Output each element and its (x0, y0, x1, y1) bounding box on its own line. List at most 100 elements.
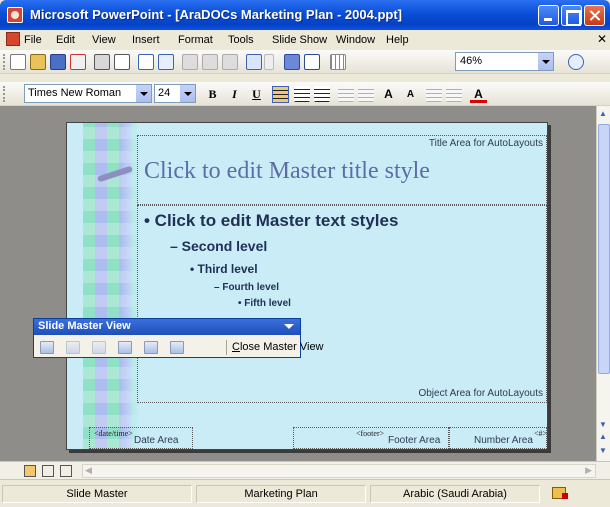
menu-file[interactable]: File (24, 34, 42, 46)
italic-button[interactable]: I (226, 86, 243, 103)
spelling-icon[interactable] (138, 54, 154, 70)
text-level-2[interactable]: – Second level (170, 238, 267, 254)
menu-window[interactable]: Window (336, 34, 375, 46)
title-bar: Microsoft PowerPoint - [AraDOCs Marketin… (0, 0, 610, 30)
toolbar-title-bar[interactable]: Slide Master View (34, 319, 300, 335)
scroll-thumb[interactable] (598, 124, 610, 374)
zoom-select[interactable]: 46% (455, 52, 554, 71)
chevron-down-icon[interactable] (180, 85, 195, 102)
increase-font-icon[interactable]: A (380, 86, 397, 103)
menu-tools[interactable]: Tools (228, 34, 254, 46)
decrease-font-icon[interactable]: A (402, 86, 419, 103)
font-color-icon[interactable]: A (470, 86, 487, 103)
undo-dropdown-icon[interactable] (264, 54, 274, 70)
horizontal-scrollbar[interactable]: ◀ ▶ (82, 464, 596, 478)
font-select[interactable]: Times New Roman (24, 84, 152, 103)
undo-icon[interactable] (246, 54, 262, 70)
menu-format[interactable]: Format (178, 34, 213, 46)
insert-new-title-master-icon[interactable] (66, 341, 80, 354)
toolbar-grip[interactable] (3, 54, 5, 70)
previous-slide-icon[interactable]: ▲ (599, 432, 607, 441)
menu-help[interactable]: Help (386, 34, 409, 46)
menu-insert[interactable]: Insert (132, 34, 160, 46)
print-icon[interactable] (94, 54, 110, 70)
font-size-value: 24 (158, 87, 171, 99)
underline-button[interactable]: U (248, 86, 265, 103)
powerpoint-icon[interactable] (7, 7, 23, 23)
copy-icon[interactable] (202, 54, 218, 70)
date-area[interactable]: <date/time> Date Area (89, 427, 193, 449)
bold-button[interactable]: B (204, 86, 221, 103)
numbering-icon[interactable] (338, 86, 354, 102)
slide-master-view-toolbar: Slide Master View Close Master View (33, 318, 324, 358)
increase-indent-icon[interactable] (446, 86, 462, 102)
chevron-down-icon[interactable] (538, 53, 553, 70)
preserve-master-icon[interactable] (118, 341, 132, 354)
window-title: Microsoft PowerPoint - [AraDOCs Marketin… (30, 7, 402, 22)
scroll-down-icon[interactable]: ▼ (599, 420, 607, 429)
object-area[interactable]: • Click to edit Master text styles – Sec… (137, 205, 547, 403)
align-right-icon[interactable] (314, 86, 330, 102)
slide-show-icon[interactable] (60, 465, 72, 477)
insert-new-slide-master-icon[interactable] (40, 341, 54, 354)
align-left-icon[interactable] (272, 86, 289, 103)
print-preview-icon[interactable] (114, 54, 130, 70)
scroll-up-icon[interactable]: ▲ (599, 109, 607, 118)
insert-chart-icon[interactable] (284, 54, 300, 70)
spelling-status-icon[interactable] (552, 487, 568, 499)
normal-view-icon[interactable] (24, 465, 36, 477)
delete-master-icon[interactable] (92, 341, 106, 354)
minimize-button[interactable] (538, 5, 559, 26)
document-icon[interactable] (6, 32, 20, 46)
chevron-down-icon[interactable] (136, 85, 151, 102)
text-level-3[interactable]: • Third level (190, 262, 258, 276)
save-icon[interactable] (50, 54, 66, 70)
view-bar: ◀ ▶ (0, 461, 610, 479)
toolbar-title: Slide Master View (38, 320, 131, 332)
close-master-view-button[interactable]: Close Master View (232, 341, 324, 353)
toolbar-grip[interactable] (3, 86, 5, 102)
number-area-label: Number Area (474, 435, 533, 446)
text-level-1[interactable]: • Click to edit Master text styles (144, 211, 398, 231)
text-level-5[interactable]: • Fifth level (238, 298, 291, 309)
status-language: Arabic (Saudi Arabia) (403, 488, 507, 500)
menu-slide-show[interactable]: Slide Show (272, 34, 327, 46)
close-button[interactable] (584, 5, 605, 26)
cut-icon[interactable] (182, 54, 198, 70)
format-painter-icon[interactable] (222, 54, 238, 70)
title-area[interactable]: Title Area for AutoLayouts Click to edit… (137, 135, 547, 205)
master-title[interactable]: Click to edit Master title style (144, 158, 430, 185)
open-icon[interactable] (30, 54, 46, 70)
standard-toolbar: 46% (0, 50, 610, 74)
show-grid-icon[interactable] (330, 54, 346, 70)
footer-area[interactable]: <footer> Footer Area (293, 427, 449, 449)
new-icon[interactable] (10, 54, 26, 70)
vertical-scrollbar[interactable]: ▲ ▼ ▲ ▼ (596, 106, 610, 461)
status-view: Slide Master (66, 488, 128, 500)
help-icon[interactable] (568, 54, 584, 70)
master-layout-icon[interactable] (170, 341, 184, 354)
font-size-select[interactable]: 24 (154, 84, 196, 103)
permission-icon[interactable] (70, 54, 86, 70)
menu-edit[interactable]: Edit (56, 34, 75, 46)
menu-view[interactable]: View (92, 34, 116, 46)
decrease-indent-icon[interactable] (426, 86, 442, 102)
scroll-right-icon[interactable]: ▶ (585, 465, 592, 476)
bullets-icon[interactable] (358, 86, 374, 102)
text-level-4[interactable]: – Fourth level (214, 282, 279, 293)
number-area[interactable]: <#> Number Area (449, 427, 547, 449)
center-icon[interactable] (294, 86, 310, 102)
toolbar-options-icon[interactable] (284, 324, 294, 334)
insert-table-icon[interactable] (304, 54, 320, 70)
scroll-left-icon[interactable]: ◀ (85, 465, 92, 476)
zoom-value: 46% (460, 55, 483, 67)
status-view-cell: Slide Master (2, 485, 192, 503)
rename-master-icon[interactable] (144, 341, 158, 354)
maximize-button[interactable] (561, 5, 582, 26)
slide-sorter-view-icon[interactable] (42, 465, 54, 477)
object-area-label: Object Area for AutoLayouts (418, 388, 543, 399)
next-slide-icon[interactable]: ▼ (599, 446, 607, 455)
close-document-icon[interactable]: ✕ (597, 32, 607, 46)
slide-master[interactable]: Title Area for AutoLayouts Click to edit… (66, 122, 548, 450)
research-icon[interactable] (158, 54, 174, 70)
